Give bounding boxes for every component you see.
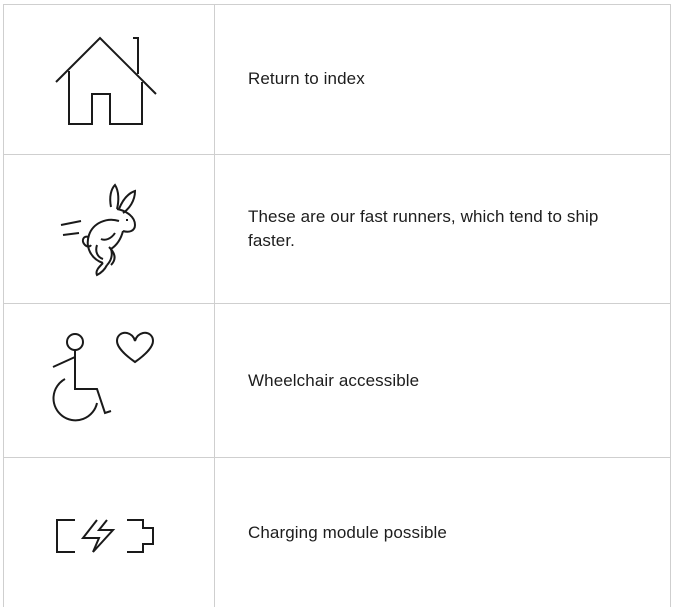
legend-row-fast-runners: These are our fast runners, which tend t…	[3, 155, 671, 303]
legend-row-index[interactable]: Return to index	[3, 4, 671, 154]
legend-text: These are our fast runners, which tend t…	[248, 207, 599, 250]
icon-cell	[3, 304, 214, 457]
text-cell: Wheelchair accessible	[248, 304, 631, 457]
battery-charging-icon	[55, 518, 155, 554]
house-icon[interactable]	[54, 34, 158, 128]
legend-text: Return to index	[248, 69, 365, 88]
icon-legend-table: Return to index These are our fast runne…	[0, 0, 675, 607]
icon-cell	[3, 4, 214, 154]
icon-cell	[3, 458, 214, 607]
wheelchair-heart-icon	[51, 331, 155, 427]
rabbit-icon	[59, 179, 149, 279]
text-cell: Charging module possible	[248, 458, 631, 607]
legend-row-wheelchair: Wheelchair accessible	[3, 304, 671, 457]
legend-row-charging: Charging module possible	[3, 458, 671, 607]
text-cell: Return to index	[248, 4, 631, 154]
icon-cell	[3, 155, 214, 303]
legend-text: Wheelchair accessible	[248, 370, 420, 390]
legend-text: Charging module possible	[248, 522, 447, 542]
text-cell: These are our fast runners, which tend t…	[248, 155, 631, 303]
